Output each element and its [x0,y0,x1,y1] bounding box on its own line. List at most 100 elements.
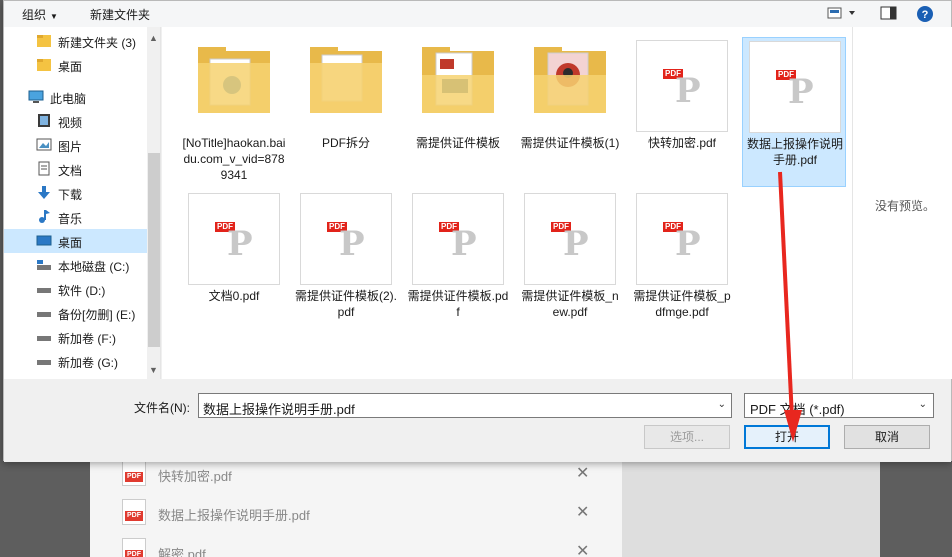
desktop-icon [36,235,52,246]
nav-item-downloads[interactable]: 下载 [4,181,147,205]
filename-label: 文件名(N): [134,401,190,415]
dialog-footer: 文件名(N): 数据上报操作说明手册.pdf ⌄ PDF 文档 (*.pdf) … [4,379,951,462]
folder-icon [422,47,494,113]
cancel-button[interactable]: 取消 [844,425,930,449]
folder-icon [37,35,51,47]
nav-item-label: 新建文件夹 (3) [58,36,137,50]
chevron-down-icon: ▼ [50,12,58,21]
navigation-pane: 新建文件夹 (3) 桌面 此电脑 视频 图片 文档 下载 音乐 桌面 本地磁盘 … [4,27,161,379]
nav-item-label: 软件 (D:) [58,284,106,298]
file-name: 需提供证件模板 [415,136,500,150]
background-file-row[interactable]: PDF 数据上报操作说明手册.pdf ✕ [120,499,600,527]
background-file-row[interactable]: PDF 解密.pdf ✕ [120,538,600,557]
picture-icon [36,138,52,151]
file-tile-pdf[interactable]: PDF P 需提供证件模板_pdfmge.pdf [630,190,734,340]
drive-icon [37,288,51,293]
download-icon [38,186,50,199]
nav-item-drive-e[interactable]: 备份[勿删] (E:) [4,301,147,325]
scroll-up-icon[interactable]: ▲ [149,33,158,43]
folder-icon [198,47,270,113]
nav-item-label: 桌面 [58,60,83,74]
file-name: 需提供证件模板_new.pdf [521,289,619,319]
nav-item-documents[interactable]: 文档 [4,157,147,181]
file-tile-pdf[interactable]: PDF P 文档0.pdf [182,190,286,340]
open-button[interactable]: 打开 [744,425,830,449]
background-file-name: 数据上报操作说明手册.pdf [158,508,310,523]
remove-icon[interactable]: ✕ [576,463,589,483]
pdf-file-icon: PDF P [749,41,841,133]
file-tile-pdf[interactable]: PDF P 需提供证件模板(2).pdf [294,190,398,340]
nav-item-label: 此电脑 [50,92,87,106]
chevron-down-icon: ⌄ [918,399,927,410]
file-tile-pdf-selected[interactable]: PDF P 数据上报操作说明手册.pdf [742,37,846,187]
help-icon[interactable]: ? [916,5,934,26]
background-file-name: 快转加密.pdf [158,469,232,484]
file-tile-folder[interactable]: PDF拆分 [294,37,398,187]
nav-item-drive-d[interactable]: 软件 (D:) [4,277,147,301]
nav-item-label: 音乐 [58,212,83,226]
pdf-file-icon: PDF P [636,40,728,132]
pdf-file-icon: PDF [122,499,146,525]
file-name: 快转加密.pdf [647,136,717,150]
nav-item-label: 图片 [58,140,83,154]
file-tile-pdf[interactable]: PDF P 快转加密.pdf [630,37,734,187]
drive-icon [37,312,51,317]
view-options-icon[interactable] [826,5,858,24]
file-tile-pdf[interactable]: PDF P 需提供证件模板_new.pdf [518,190,622,340]
preview-pane: 没有预览。 [852,27,952,379]
filename-value: 数据上报操作说明手册.pdf [203,402,355,417]
file-name: PDF拆分 [321,136,370,150]
nav-item-music[interactable]: 音乐 [4,205,147,229]
drive-icon [37,336,51,341]
nav-item-label: 文档 [58,164,83,178]
organize-button[interactable]: 组织 ▼ [22,6,58,23]
organize-label: 组织 [22,8,47,22]
folder-icon [310,47,382,113]
drive-icon [37,260,51,270]
nav-item-pictures[interactable]: 图片 [4,133,147,157]
file-tile-folder[interactable]: [NoTitle]haokan.baidu.com_v_vid=8789341 [182,37,286,187]
svg-text:?: ? [922,9,929,21]
file-name: 需提供证件模板(2).pdf [294,289,397,319]
document-icon [38,161,50,176]
background-file-name: 解密.pdf [158,547,206,557]
nav-scrollbar[interactable]: ▲ ▼ [147,27,160,379]
nav-item-desktop[interactable]: 桌面 [4,229,147,253]
remove-icon[interactable]: ✕ [576,541,589,557]
nav-item-label: 桌面 [58,236,83,250]
file-tile-pdf[interactable]: PDF P 需提供证件模板.pdf [406,190,510,340]
scroll-down-icon[interactable]: ▼ [149,365,158,375]
computer-icon [28,90,44,103]
pdf-file-icon: PDF P [524,193,616,285]
pdf-file-icon: PDF P [412,193,504,285]
nav-item-this-pc[interactable]: 此电脑 [4,85,147,109]
pdf-file-icon: PDF [122,460,146,486]
background-file-row[interactable]: PDF 快转加密.pdf ✕ [120,460,600,488]
filetype-value: PDF 文档 (*.pdf) [750,402,845,417]
scrollbar-thumb[interactable] [148,153,160,347]
dialog-toolbar: 组织 ▼ 新建文件夹 ? [4,1,951,27]
filename-input[interactable]: 数据上报操作说明手册.pdf ⌄ [198,393,732,418]
options-button[interactable]: 选项... [644,425,730,449]
chevron-down-icon[interactable]: ⌄ [718,399,726,410]
preview-pane-icon[interactable] [880,5,898,24]
file-open-dialog: 组织 ▼ 新建文件夹 ? 新建文件夹 (3) 桌面 此电脑 视频 图片 文档 下… [3,0,952,462]
nav-item-drive-g[interactable]: 新加卷 (G:) [4,349,147,373]
nav-item-label: 新加卷 (F:) [58,332,116,346]
remove-icon[interactable]: ✕ [576,502,589,522]
new-folder-button[interactable]: 新建文件夹 [90,6,150,23]
preview-message: 没有预览。 [875,199,936,213]
filetype-select[interactable]: PDF 文档 (*.pdf) ⌄ [744,393,934,418]
pdf-file-icon: PDF P [636,193,728,285]
nav-item-videos[interactable]: 视频 [4,109,147,133]
file-tile-folder[interactable]: 需提供证件模板 [406,37,510,187]
folder-icon [37,59,51,71]
nav-item-drive-f[interactable]: 新加卷 (F:) [4,325,147,349]
pdf-file-icon: PDF [122,538,146,557]
file-tile-folder[interactable]: 需提供证件模板(1) [518,37,622,187]
file-list-pane: [NoTitle]haokan.baidu.com_v_vid=8789341 … [162,27,852,379]
file-name: 需提供证件模板.pdf [407,289,509,319]
nav-item-drive-c[interactable]: 本地磁盘 (C:) [4,253,147,277]
nav-item-desktop-folder[interactable]: 桌面 [4,53,147,77]
nav-item-new-folder-3[interactable]: 新建文件夹 (3) [4,29,147,53]
